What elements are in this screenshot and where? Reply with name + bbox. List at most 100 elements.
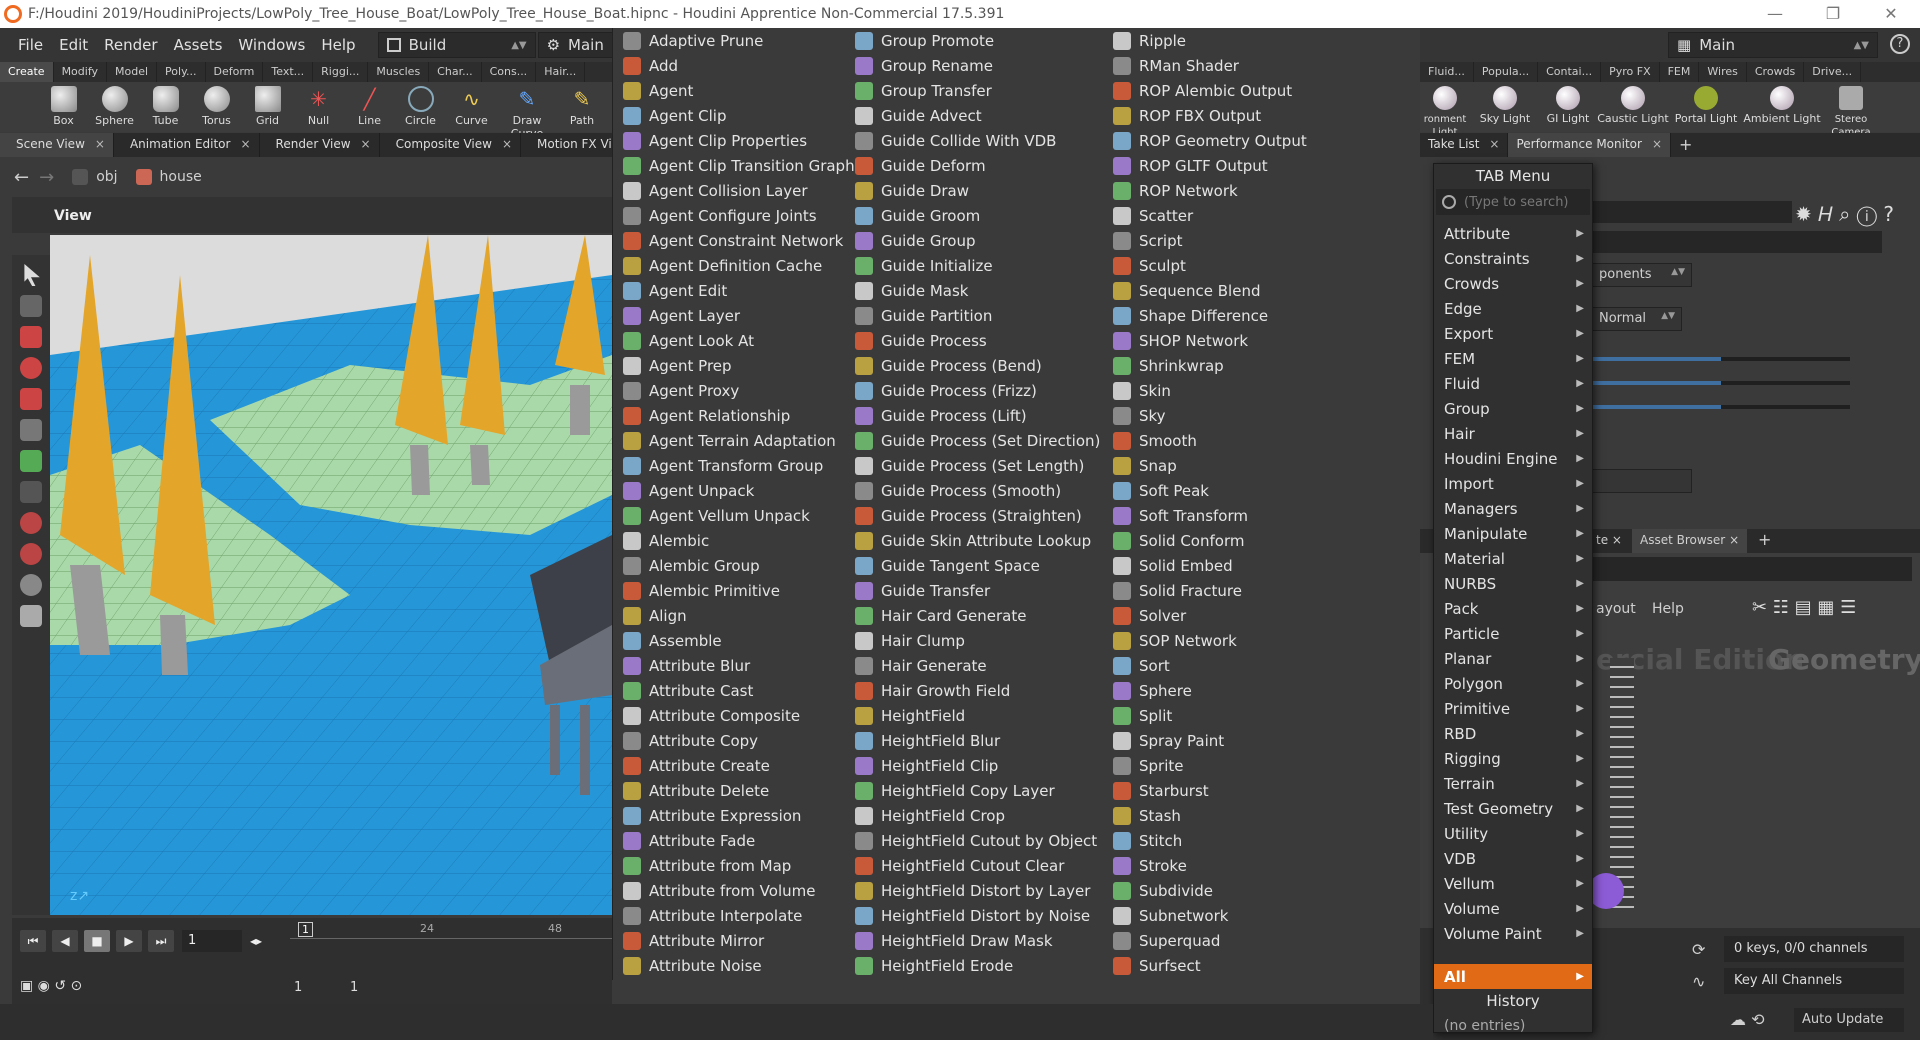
add-tab-icon[interactable]: + [1671, 133, 1700, 157]
node-menu-item[interactable]: Attribute Interpolate [623, 903, 855, 928]
tool-curve[interactable]: ∿ Curve [446, 82, 497, 132]
camera-icon[interactable] [20, 574, 42, 596]
tab-asset-browser[interactable]: Asset Browser × [1632, 529, 1748, 553]
node-menu-item[interactable]: Agent Transform Group [623, 453, 855, 478]
node-menu-item[interactable]: Shrinkwrap [1113, 353, 1307, 378]
node-menu-item[interactable]: Group Transfer [855, 78, 1100, 103]
node-menu-item[interactable]: Smooth [1113, 428, 1307, 453]
tool-box[interactable]: Box [38, 82, 89, 132]
right-shelf-selector[interactable]: ▦ Main ▲▼ [1668, 32, 1878, 58]
tab-menu-category[interactable]: Polygon ▶ [1434, 671, 1592, 696]
shelf-tab-popula[interactable]: Popula... [1474, 62, 1539, 82]
desktop-selector[interactable]: Build ▲▼ [377, 32, 536, 58]
node-menu-item[interactable]: Guide Process (Set Length) [855, 453, 1100, 478]
tab-menu-category[interactable]: Particle ▶ [1434, 621, 1592, 646]
node-menu-item[interactable]: Attribute Cast [623, 678, 855, 703]
tool-caustic-light[interactable]: Caustic Light [1596, 82, 1670, 132]
shelf-tab-text[interactable]: Text... [263, 62, 314, 82]
tab-menu-all[interactable]: All ▶ [1434, 964, 1592, 989]
tab-menu-category[interactable]: VDB ▶ [1434, 846, 1592, 871]
node-menu-item[interactable]: Guide Process (Frizz) [855, 378, 1100, 403]
node-menu-item[interactable]: Attribute from Map [623, 853, 855, 878]
node-menu-item[interactable]: Stroke [1113, 853, 1307, 878]
node-menu-item[interactable]: Guide Transfer [855, 578, 1100, 603]
tab-menu-category[interactable]: NURBS ▶ [1434, 571, 1592, 596]
node-menu-item[interactable]: Agent Clip Transition Graph [623, 153, 855, 178]
current-frame-field[interactable]: 1 [182, 930, 242, 952]
network-menu-layout[interactable]: ayout [1596, 601, 1636, 617]
add-tab-icon[interactable]: + [1758, 530, 1771, 549]
tab-menu-category[interactable]: Volume ▶ [1434, 896, 1592, 921]
node-menu-item[interactable]: HeightField Draw Mask [855, 928, 1100, 953]
forward-arrow-icon[interactable]: → [39, 167, 54, 188]
node-menu-item[interactable]: Attribute Mirror [623, 928, 855, 953]
menu-windows[interactable]: Windows [230, 36, 313, 54]
node-menu-item[interactable]: Guide Mask [855, 278, 1100, 303]
shelf-tab-pyro[interactable]: Pyro FX [1601, 62, 1660, 82]
tab-menu-category[interactable]: Material ▶ [1434, 546, 1592, 571]
auto-update-select[interactable]: Auto Update [1794, 1008, 1904, 1032]
tab-menu-category[interactable]: Constraints ▶ [1434, 246, 1592, 271]
tool-portal-light[interactable]: Portal Light [1670, 82, 1742, 132]
tool-sky-light[interactable]: Sky Light [1470, 82, 1540, 132]
key-all-channels-button[interactable]: Key All Channels [1724, 968, 1904, 994]
node-menu-item[interactable]: Guide Process (Bend) [855, 353, 1100, 378]
node-menu-item[interactable]: Attribute Create [623, 753, 855, 778]
node-menu-item[interactable]: Guide Partition [855, 303, 1100, 328]
shelf-tab-muscles[interactable]: Muscles [368, 62, 430, 82]
transform-icon[interactable] [20, 326, 42, 348]
close-icon[interactable]: × [240, 137, 250, 151]
node-menu-item[interactable]: Agent Collision Layer [623, 178, 855, 203]
tab-menu-category[interactable]: RBD ▶ [1434, 721, 1592, 746]
node-menu-item[interactable]: Attribute from Volume [623, 878, 855, 903]
node-menu-item[interactable]: Add [623, 53, 855, 78]
shelf-tab-char[interactable]: Char... [429, 62, 482, 82]
node-menu-item[interactable]: HeightField Blur [855, 728, 1100, 753]
tab-menu-category[interactable]: Terrain ▶ [1434, 771, 1592, 796]
node-menu-item[interactable]: Solid Embed [1113, 553, 1307, 578]
node-menu-item[interactable]: Hair Clump [855, 628, 1100, 653]
node-menu-item[interactable]: Scatter [1113, 203, 1307, 228]
shelf-tab-hair[interactable]: Hair... [536, 62, 586, 82]
node-menu-item[interactable]: Agent Terrain Adaptation [623, 428, 855, 453]
node-menu-item[interactable]: Sphere [1113, 678, 1307, 703]
close-icon[interactable]: × [1612, 533, 1622, 547]
node-menu-item[interactable]: Attribute Fade [623, 828, 855, 853]
node-menu-item[interactable]: Guide Groom [855, 203, 1100, 228]
tab-menu-category[interactable]: Manipulate ▶ [1434, 521, 1592, 546]
network-path-field[interactable] [1592, 557, 1912, 581]
node-menu-item[interactable]: ROP GLTF Output [1113, 153, 1307, 178]
node-menu-item[interactable]: Agent Vellum Unpack [623, 503, 855, 528]
range-end-field[interactable]: 1 [350, 980, 358, 995]
close-icon[interactable]: × [1489, 137, 1499, 151]
network-toolbar-icons[interactable]: ✂ ☷ ▤ ▦ ☰ [1752, 597, 1856, 618]
timeline-cursor[interactable]: 1 [298, 922, 313, 937]
node-menu-item[interactable]: Superquad [1113, 928, 1307, 953]
node-menu-item[interactable]: Guide Deform [855, 153, 1100, 178]
param-select[interactable] [1592, 469, 1692, 493]
tab-menu-category[interactable]: Import ▶ [1434, 471, 1592, 496]
shelf-tab-drive[interactable]: Drive... [1804, 62, 1862, 82]
restore-button[interactable]: ❐ [1804, 0, 1862, 28]
play-icon[interactable]: ▶ [116, 930, 142, 952]
node-menu-item[interactable]: Agent Layer [623, 303, 855, 328]
tool-draw-curve[interactable]: ✎Draw Curve [497, 82, 557, 140]
timeline[interactable]: 1 24 48 [290, 918, 612, 954]
tab-menu-category[interactable]: Managers ▶ [1434, 496, 1592, 521]
cloud-icon[interactable]: ☁ ⟲ [1730, 1010, 1765, 1029]
node-menu-item[interactable]: Alembic Primitive [623, 578, 855, 603]
shelf-tab-create[interactable]: Create [0, 62, 54, 82]
node-menu-item[interactable]: Agent Clip [623, 103, 855, 128]
path-segment-house[interactable]: house [135, 169, 202, 185]
param-dropdown[interactable] [1592, 231, 1882, 253]
node-menu-item[interactable]: Attribute Copy [623, 728, 855, 753]
node-menu-item[interactable]: Solid Fracture [1113, 578, 1307, 603]
tool-null[interactable]: ✳ Null [293, 82, 344, 132]
node-menu-item[interactable]: Agent Look At [623, 328, 855, 353]
node-menu-item[interactable]: Agent Relationship [623, 403, 855, 428]
node-menu-item[interactable]: HeightField Distort by Noise [855, 903, 1100, 928]
range-start-field[interactable]: 1 [294, 980, 302, 995]
tab-menu-category[interactable]: Utility ▶ [1434, 821, 1592, 846]
shelf-tab-cons[interactable]: Cons... [482, 62, 537, 82]
tab-menu-category[interactable]: Export ▶ [1434, 321, 1592, 346]
